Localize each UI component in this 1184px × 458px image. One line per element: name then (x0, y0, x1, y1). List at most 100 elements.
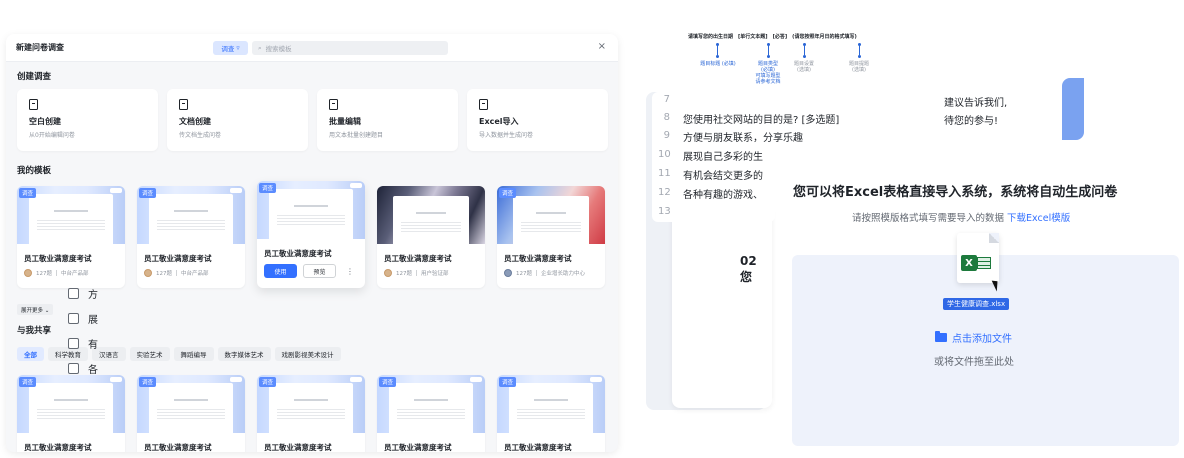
template-tag: 调查 (19, 188, 37, 198)
excel-icon (479, 99, 488, 110)
filter-chip[interactable]: 舞蹈编导 (173, 347, 214, 361)
template-thumbnail (377, 186, 485, 244)
template-search-input[interactable]: ⌕ 搜索模板 (252, 41, 448, 55)
create-card-desc: 导入数据并生成问卷 (479, 132, 534, 139)
template-card[interactable]: 调查 员工敬业满意度考试 (257, 375, 365, 452)
my-templates-list: 调查 员工敬业满意度考试 127题 中台产品部 调查 员工敬业满意度考试 127… (17, 181, 605, 288)
template-thumbnail: 调查 (497, 375, 605, 433)
excel-import-heading: 您可以将Excel表格直接导入系统，系统将自动生成问卷 (793, 185, 1118, 200)
option-checkbox[interactable] (68, 313, 79, 324)
editor-line: 各种有趣的游戏、 (683, 190, 763, 201)
avatar (504, 269, 512, 277)
template-meta: 127题 企业增长助力中心 (497, 269, 605, 285)
filter-chip[interactable]: 科学教育 (48, 347, 88, 361)
template-name: 员工敬业满意度考试 (504, 254, 572, 263)
template-thumbnail: 调查 (257, 375, 365, 433)
option-checkbox[interactable] (68, 363, 79, 374)
create-from-doc-card[interactable]: 文档创建 传文档生成问卷 (167, 89, 308, 151)
file-drop-zone[interactable] (792, 255, 1179, 446)
annotation-field: [必答] (772, 34, 788, 40)
template-tag: 调查 (499, 377, 517, 387)
annotation-label: 题目设置 (选填) (793, 61, 814, 73)
template-card[interactable]: 调查 员工敬业满意度考试 127题 企业增长助力中心 (497, 186, 605, 288)
filter-chip[interactable]: 实验艺术 (129, 347, 170, 361)
owner-team: 中台产品部 (181, 271, 209, 277)
template-thumbnail: 调查 (497, 186, 605, 244)
owner-team: 中台产品部 (61, 271, 89, 277)
owner-team: 用户验证部 (421, 271, 449, 277)
template-name: 员工敬业满意度考试 (384, 254, 452, 263)
avatar (144, 269, 152, 277)
template-thumbnail: 调查 (17, 186, 125, 244)
filter-chip-all[interactable]: 全部 (17, 347, 44, 361)
create-card-desc: 从0开始编辑问卷 (29, 132, 75, 139)
annotation-label: 题目提题 (选填) (848, 61, 869, 73)
question-count: 127题 (156, 271, 172, 277)
expand-more-button[interactable]: 展开更多 ⌄ (17, 304, 54, 315)
more-options-icon[interactable]: ⋮ (346, 267, 354, 276)
template-thumbnail: 调查 (137, 186, 245, 244)
template-name: 员工敬业满意度考试 (504, 443, 572, 452)
line-number: 11 (658, 168, 671, 179)
template-tag: 调查 (259, 183, 277, 193)
create-card-desc: 用文本批量创建题目 (329, 132, 384, 139)
template-thumbnail: 调查 (257, 181, 365, 239)
batch-edit-card[interactable]: 批量编辑 用文本批量创建题目 (317, 89, 458, 151)
download-template-link[interactable]: 下载Excel模版 (1007, 213, 1070, 224)
template-card[interactable]: 调查 员工敬业满意度考试 (377, 375, 485, 452)
preview-template-button[interactable]: 预览 (303, 264, 336, 278)
template-tag: 调查 (499, 188, 517, 198)
page-root: 新建问卷调查 调查 ▿ ⌕ 搜索模板 × 创建调查 空白创建 从0开始编辑问卷 … (0, 0, 1184, 458)
filter-chip[interactable]: 戏剧影视美术设计 (274, 347, 341, 361)
template-card[interactable]: 调查 员工敬业满意度考试 127题 中台产品部 (137, 186, 245, 288)
option-checkbox[interactable] (68, 338, 79, 349)
excel-import-card[interactable]: Excel导入 导入数据并生成问卷 (467, 89, 608, 151)
annotation-field: 请填写您的出生日期 (688, 34, 734, 40)
template-thumbnail: 调查 (377, 375, 485, 433)
blank-doc-icon (29, 99, 38, 110)
owner-team: 企业增长助力中心 (541, 271, 586, 277)
create-blank-card[interactable]: 空白创建 从0开始编辑问卷 (17, 89, 158, 151)
template-card[interactable]: 调查 员工敬业满意度考试 (17, 375, 125, 452)
avatar (24, 269, 32, 277)
question-count: 127题 (516, 271, 532, 277)
note-line: 待您的参与! (944, 116, 999, 127)
annotation-field: (请您按照年月日的格式填写) (792, 34, 857, 40)
close-icon[interactable]: × (598, 41, 606, 52)
drag-hint-text: 或将文件拖至此处 (934, 357, 1014, 368)
create-card-name: 文档创建 (179, 117, 211, 126)
create-card-name: 批量编辑 (329, 117, 361, 126)
type-filter-button[interactable]: 调查 ▿ (213, 41, 248, 55)
line-number: 13 (658, 206, 671, 217)
question-title: 02 您 (740, 254, 757, 284)
option-checkbox[interactable] (68, 288, 79, 299)
create-card-name: 空白创建 (29, 117, 61, 126)
search-placeholder: 搜索模板 (265, 45, 292, 53)
line-number: 9 (663, 130, 670, 141)
template-meta: 127题 中台产品部 (17, 269, 125, 285)
template-card[interactable]: 调查 员工敬业满意度考试 127题 中台产品部 (17, 186, 125, 288)
editor-line: 您使用社交网站的目的是? [多选题] (683, 115, 840, 126)
annotation-label: 题目类型 (必填) 可填写题型 请参考文档 (755, 61, 781, 85)
use-template-button[interactable]: 使用 (264, 264, 297, 278)
template-card[interactable]: 员工敬业满意度考试 127题 用户验证部 (377, 186, 485, 288)
template-thumbnail: 调查 (17, 375, 125, 433)
filter-chip[interactable]: 数字媒体艺术 (217, 347, 271, 361)
template-card[interactable]: 调查 员工敬业满意度考试 (497, 375, 605, 452)
template-card-hovered[interactable]: 调查 员工敬业满意度考试 使用 预览 ⋮ (257, 181, 365, 288)
new-survey-dialog: 新建问卷调查 调查 ▿ ⌕ 搜索模板 × 创建调查 空白创建 从0开始编辑问卷 … (6, 34, 618, 452)
option-label: 方 (88, 290, 98, 301)
template-meta: 127题 中台产品部 (137, 269, 245, 285)
dialog-title: 新建问卷调查 (16, 43, 64, 52)
create-card-name: Excel导入 (479, 117, 519, 126)
add-file-button[interactable]: 点击添加文件 (935, 330, 1012, 345)
question-count: 127题 (396, 271, 412, 277)
line-number: 12 (658, 187, 671, 198)
option-label: 展 (88, 315, 98, 326)
excel-import-subtitle: 请按照模版格式填写需要导入的数据 下载Excel模版 (852, 210, 1070, 224)
template-card[interactable]: 调查 员工敬业满意度考试 (137, 375, 245, 452)
option-label: 各 (88, 365, 98, 376)
template-name: 员工敬业满意度考试 (264, 443, 332, 452)
search-icon: ⌕ (258, 43, 262, 52)
template-thumbnail: 调查 (137, 375, 245, 433)
